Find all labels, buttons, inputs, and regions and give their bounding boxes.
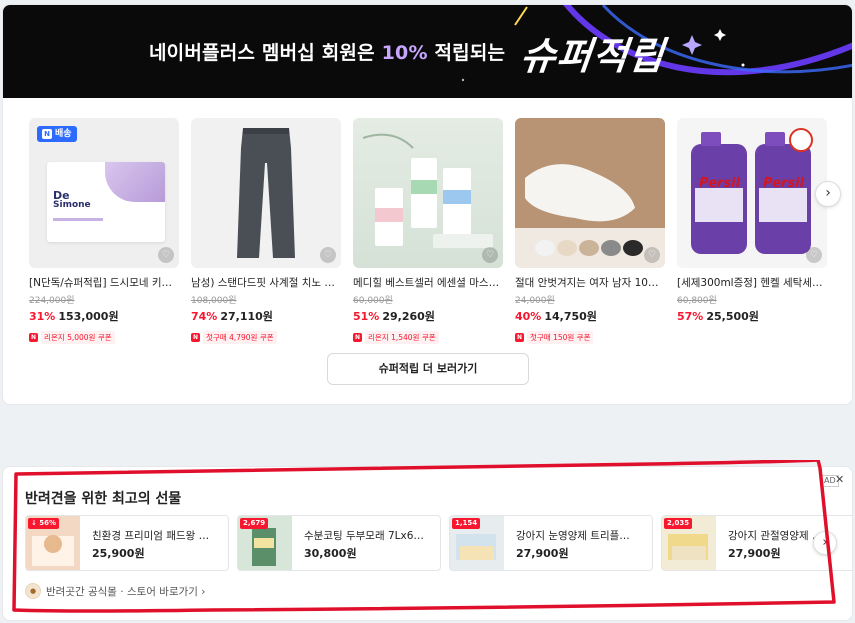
socks-illustration bbox=[515, 118, 665, 256]
page: 네이버플러스 멤버십 회원은 10% 적립되는 슈퍼적립 N 배송 De Simo… bbox=[0, 0, 855, 623]
discount-rate: 40% bbox=[515, 310, 542, 323]
original-price: 224,000원 bbox=[29, 296, 75, 306]
product-title[interactable]: 남성) 스탠다드핏 사계절 치노 … bbox=[191, 275, 341, 290]
product-card[interactable]: Persil Persil ♡ [세제300ml증정] 헨켈 세탁세제 … 60… bbox=[677, 118, 827, 324]
discount-rate: 31% bbox=[29, 310, 56, 323]
product-image[interactable]: N 배송 De Simone ♡ bbox=[29, 118, 179, 268]
original-price: 24,000원 bbox=[515, 296, 555, 306]
ad-product-name: 강아지 눈영양제 트리플… bbox=[516, 530, 630, 542]
heart-icon[interactable]: ♡ bbox=[482, 247, 498, 263]
box-stripe bbox=[53, 218, 103, 221]
discount-rate: 51% bbox=[353, 310, 380, 323]
product-title[interactable]: [세제300ml증정] 헨켈 세탁세제 … bbox=[677, 275, 827, 290]
original-price: 60,800원 bbox=[677, 296, 717, 306]
discount-badge: ↓ 56% bbox=[28, 518, 60, 529]
product-card[interactable]: ♡ 메디힐 베스트셀러 에센셜 마스… 60,000원 51% 29,260원 N… bbox=[353, 118, 503, 344]
mask-pack-illustration bbox=[362, 133, 493, 248]
ad-product-image: ↓ 56% bbox=[26, 516, 80, 570]
product-card[interactable]: ♡ 남성) 스탠다드핏 사계절 치노 … 108,000원 74% 27,110원… bbox=[191, 118, 341, 344]
product-image[interactable]: Persil Persil ♡ bbox=[677, 118, 827, 268]
n-icon: N bbox=[191, 333, 200, 342]
discount-rate: 74% bbox=[191, 310, 218, 323]
heart-icon[interactable]: ♡ bbox=[644, 247, 660, 263]
product-image[interactable]: ♡ bbox=[353, 118, 503, 268]
review-count-badge: 2,679 bbox=[240, 518, 269, 529]
see-more-super-savings-button[interactable]: 슈퍼적립 더 보러가기 bbox=[327, 353, 529, 385]
close-icon[interactable]: ✕ bbox=[835, 474, 844, 486]
box-purple-swash bbox=[105, 162, 165, 202]
persil-label: Persil bbox=[763, 176, 805, 191]
n-icon: N bbox=[515, 333, 524, 342]
super-savings-card: 네이버플러스 멤버십 회원은 10% 적립되는 슈퍼적립 N 배송 De Simo… bbox=[2, 4, 853, 405]
n-icon: N bbox=[42, 129, 52, 139]
heart-icon[interactable]: ♡ bbox=[158, 247, 174, 263]
super-savings-logo: 슈퍼적립 bbox=[518, 34, 667, 78]
sale-price: 31% 153,000원 bbox=[29, 310, 119, 323]
ad-product-price: 30,800원 bbox=[304, 547, 357, 560]
banner-text: 네이버플러스 멤버십 회원은 10% 적립되는 bbox=[149, 42, 506, 64]
ad-product-image: 2,679 bbox=[238, 516, 292, 570]
product-card[interactable]: ♡ 절대 안벗겨지는 여자 남자 10… 24,000원 40% 14,750원 … bbox=[515, 118, 665, 344]
coupon-badge: N 첫구매 150원 쿠폰 bbox=[515, 331, 594, 344]
sale-price: 40% 14,750원 bbox=[515, 310, 597, 323]
store-link-text: 반려곳간 공식몰 · 스토어 바로가기 › bbox=[46, 585, 206, 598]
brand-label-2: Simone bbox=[53, 200, 91, 210]
coupon-badge: N 리온지 1,540원 쿠폰 bbox=[353, 331, 439, 344]
membership-banner[interactable]: 네이버플러스 멤버십 회원은 10% 적립되는 슈퍼적립 bbox=[3, 5, 852, 98]
ad-section-title: 반려견을 위한 최고의 선물 bbox=[25, 491, 182, 507]
review-count-badge: 2,035 bbox=[664, 518, 693, 529]
product-title[interactable]: [N단독/슈퍼적립] 드시모네 키즈… bbox=[29, 275, 179, 290]
n-icon: N bbox=[353, 333, 362, 342]
carousel-next-button[interactable]: › bbox=[815, 181, 841, 207]
product-title[interactable]: 메디힐 베스트셀러 에센셜 마스… bbox=[353, 275, 503, 290]
original-price: 108,000원 bbox=[191, 296, 237, 306]
ad-product-list: ↓ 56% 친환경 프리미엄 패드왕 … 25,900원 2,679 수분코팅 … bbox=[25, 515, 852, 571]
ad-carousel-next-button[interactable]: › bbox=[813, 531, 837, 555]
n-icon: N bbox=[29, 333, 38, 342]
n-delivery-badge: N 배송 bbox=[37, 126, 77, 142]
ad-product-name: 수분코팅 두부모래 7Lx6… bbox=[304, 530, 424, 542]
heart-icon[interactable]: ♡ bbox=[320, 247, 336, 263]
product-image[interactable]: ♡ bbox=[191, 118, 341, 268]
ad-product-card[interactable]: 1,154 강아지 눈영양제 트리플… 27,900원 bbox=[449, 515, 653, 571]
ad-product-card[interactable]: ↓ 56% 친환경 프리미엄 패드왕 … 25,900원 bbox=[25, 515, 229, 571]
ad-product-card[interactable]: 2,679 수분코팅 두부모래 7Lx6… 30,800원 bbox=[237, 515, 441, 571]
product-box-art: De Simone bbox=[47, 162, 165, 242]
detergent-illustration bbox=[691, 128, 813, 254]
ad-product-price: 27,900원 bbox=[516, 547, 569, 560]
product-carousel: N 배송 De Simone ♡ [N단독/슈퍼적립] 드시모네 키즈… 224,… bbox=[29, 118, 829, 348]
review-count-badge: 1,154 bbox=[452, 518, 481, 529]
store-logo-icon: ● bbox=[25, 583, 41, 599]
ad-product-name: 친환경 프리미엄 패드왕 … bbox=[92, 530, 210, 542]
original-price: 60,000원 bbox=[353, 296, 393, 306]
sale-price: 51% 29,260원 bbox=[353, 310, 435, 323]
persil-label: Persil bbox=[699, 176, 741, 191]
store-link[interactable]: ● 반려곳간 공식몰 · 스토어 바로가기 › bbox=[25, 583, 205, 599]
coupon-badge: N 리온지 5,000원 쿠폰 bbox=[29, 331, 115, 344]
sale-price: 74% 27,110원 bbox=[191, 310, 273, 323]
ad-product-image: 1,154 bbox=[450, 516, 504, 570]
product-card[interactable]: N 배송 De Simone ♡ [N단독/슈퍼적립] 드시모네 키즈… 224,… bbox=[29, 118, 179, 344]
ad-product-price: 27,900원 bbox=[728, 547, 781, 560]
ad-product-image: 2,035 bbox=[662, 516, 716, 570]
coupon-badge: N 첫구매 4,790원 쿠폰 bbox=[191, 331, 277, 344]
discount-rate: 57% bbox=[677, 310, 704, 323]
product-title[interactable]: 절대 안벗겨지는 여자 남자 10… bbox=[515, 275, 665, 290]
pants-illustration bbox=[237, 128, 295, 258]
ad-product-price: 25,900원 bbox=[92, 547, 145, 560]
pet-gift-ad-card: 반려견을 위한 최고의 선물 AD ✕ ↓ 56% 친환경 프리미엄 패드왕 …… bbox=[2, 466, 853, 621]
product-image[interactable]: ♡ bbox=[515, 118, 665, 268]
sale-price: 57% 25,500원 bbox=[677, 310, 759, 323]
heart-icon[interactable]: ♡ bbox=[806, 247, 822, 263]
